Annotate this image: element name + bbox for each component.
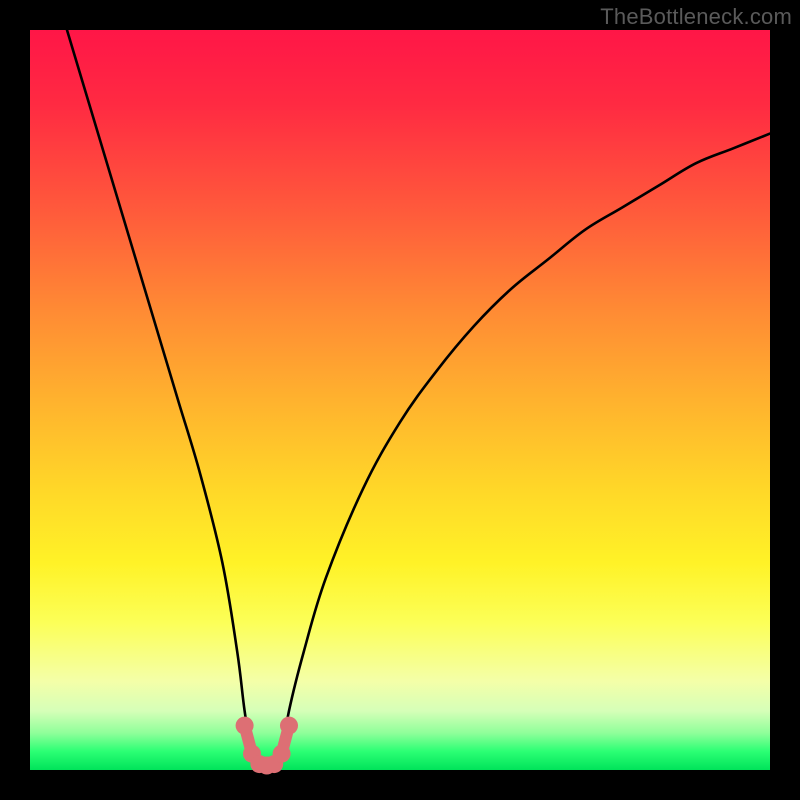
watermark-text: TheBottleneck.com (600, 4, 792, 30)
valley-marker-dot (280, 717, 298, 735)
plot-area (30, 30, 770, 770)
valley-marker-dot (236, 717, 254, 735)
valley-marker-dot (273, 745, 291, 763)
chart-frame: TheBottleneck.com (0, 0, 800, 800)
curve-svg (30, 30, 770, 770)
bottleneck-curve (67, 30, 770, 771)
valley-markers (236, 717, 298, 775)
